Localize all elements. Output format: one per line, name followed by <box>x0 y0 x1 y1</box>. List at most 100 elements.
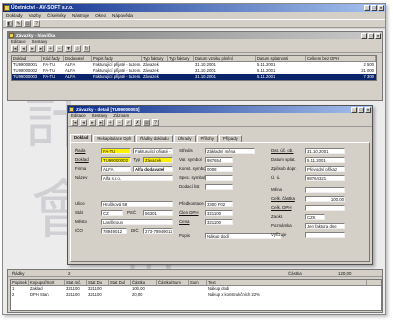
col-datum-splatnosti[interactable]: Datum splatnosti <box>256 56 306 61</box>
col-typ-faktury-2[interactable]: Typ faktury <box>168 56 194 61</box>
nazev-field[interactable]: Alfa s.r.o. <box>101 175 173 181</box>
vyrizuje-field[interactable] <box>305 232 345 238</box>
table-row[interactable]: 2 DPH Stan 321100 321100 20,00 Nákup x k… <box>11 292 381 298</box>
col-popis-rady[interactable]: Popis řady <box>92 56 142 61</box>
ico-field[interactable]: 78949012 <box>101 228 127 234</box>
celk-castka-field[interactable]: 100.00 <box>305 196 345 202</box>
minimize-icon[interactable]: _ <box>351 107 357 113</box>
help-icon[interactable]: ? <box>33 20 40 27</box>
cell: FA-TU <box>43 74 56 79</box>
col-sum[interactable]: Sum <box>189 280 207 285</box>
close-icon[interactable]: × <box>375 33 381 39</box>
mena-field[interactable] <box>305 187 345 193</box>
ulice-field[interactable]: Hrušková 58 <box>101 201 173 207</box>
spec-symbol-field[interactable] <box>205 175 233 181</box>
col-datum-vzniku[interactable]: Datum vzniku plnění <box>194 56 256 61</box>
firma-field[interactable]: ALFA <box>101 166 131 172</box>
prev-record-icon[interactable]: ◂ <box>20 45 27 52</box>
search-icon[interactable]: ⌕ <box>74 45 81 52</box>
save-icon[interactable]: ✓ <box>125 119 132 126</box>
close-icon[interactable]: × <box>378 5 384 11</box>
tab-pripady[interactable]: Případy <box>218 135 242 142</box>
minimize-icon[interactable]: _ <box>361 33 367 39</box>
print-icon[interactable]: ▤ <box>143 119 150 126</box>
col-stat-dul[interactable]: Stat Dul <box>109 280 131 285</box>
clen-dph-field[interactable]: 321100 <box>205 210 233 216</box>
konst-symbol-field[interactable]: 0008 <box>205 166 233 172</box>
dic-field[interactable]: 273-78949012 <box>143 228 173 234</box>
col-kod-rady[interactable]: Kód řady <box>42 56 64 61</box>
datum-spl-field[interactable]: 5.11.2001 <box>305 157 345 163</box>
col-castka-sum[interactable]: Částka/Sum <box>157 280 189 285</box>
menu-napoveda[interactable]: Nápověda <box>112 12 133 19</box>
col-celkem[interactable]: Celkem bez DPH <box>306 56 376 61</box>
menu-ciselniky[interactable]: Číselníky <box>47 12 66 19</box>
help-icon[interactable]: ? <box>152 119 159 126</box>
delete-record-icon[interactable]: − <box>56 45 63 52</box>
poznamka-field[interactable]: Jen faktura dne <box>305 223 345 229</box>
typ-field[interactable]: Závazek <box>143 157 173 163</box>
tab-radky-dokladu[interactable]: Řádky dokladu <box>136 135 173 142</box>
print-icon[interactable]: ▤ <box>24 20 31 27</box>
var-symbol-field[interactable]: 987654 <box>205 157 233 163</box>
tab-doklad[interactable]: Doklad <box>70 134 93 142</box>
tab-uhrady[interactable]: Úhrady <box>173 135 196 142</box>
col-stat-du[interactable]: Stat Du <box>87 280 109 285</box>
new-icon[interactable]: ◧ <box>6 20 13 27</box>
col-doklad[interactable]: Doklad <box>12 56 42 61</box>
col-dodavatel[interactable]: Dodavatel <box>64 56 92 61</box>
first-record-icon[interactable]: |◂ <box>11 45 18 52</box>
edit-icon[interactable]: ✎ <box>15 20 22 27</box>
refresh-icon[interactable]: ↻ <box>83 45 90 52</box>
app-titlebar[interactable]: Účetnictví - AV-SOFT s.r.o. _ □ × <box>3 4 385 12</box>
table-row-selected[interactable]: TU99000003 FA-TU ALFA Fakturující přijat… <box>12 74 376 80</box>
stredisko-field[interactable]: Základní měna <box>205 148 255 154</box>
menu-doklady[interactable]: Doklady <box>6 12 23 19</box>
add-record-icon[interactable]: + <box>107 119 114 126</box>
last-record-icon[interactable]: ▸| <box>98 119 105 126</box>
tab-rekapitulace-dph[interactable]: Rekapitulace Dph <box>93 135 136 142</box>
dodaci-list-field[interactable] <box>205 184 233 190</box>
detail-titlebar[interactable]: Závazky - detail [TU99000003] _ □ × <box>68 106 372 113</box>
dat-uc-field[interactable]: 31.10.2001 <box>305 148 345 154</box>
menu-vazby[interactable]: Vazby <box>29 12 41 19</box>
filter-icon[interactable]: ▼ <box>65 45 72 52</box>
zpusob-dop-field[interactable]: Převodní příkaz <box>305 166 345 172</box>
delete-record-icon[interactable]: − <box>116 119 123 126</box>
list-titlebar[interactable]: Závazky - hlavička _ □ × <box>8 32 382 39</box>
popis-field[interactable]: Nákup dodí <box>205 233 281 239</box>
rows-grid[interactable]: Popisek Kopupuf/Sort Stat mč. Stat Du St… <box>10 279 382 311</box>
minimize-icon[interactable]: _ <box>364 5 370 11</box>
next-record-icon[interactable]: ▸ <box>89 119 96 126</box>
menu-okno[interactable]: Okno <box>95 12 106 19</box>
col-text[interactable]: Text <box>207 280 367 285</box>
rada-field[interactable]: FA-TU <box>101 148 131 154</box>
maximize-icon[interactable]: □ <box>368 33 374 39</box>
maximize-icon[interactable]: □ <box>358 107 364 113</box>
next-record-icon[interactable]: ▸ <box>29 45 36 52</box>
doklad-field[interactable]: TU99000003 <box>101 157 131 163</box>
celk-dph-field[interactable] <box>305 205 345 211</box>
stat-field[interactable]: CZ <box>101 210 123 216</box>
list-grid[interactable]: Doklad Kód řady Dodavatel Popis řady Typ… <box>11 55 377 81</box>
col-typ-faktury[interactable]: Typ faktury <box>142 56 168 61</box>
cancel-icon[interactable]: ✗ <box>134 119 141 126</box>
mesto-field[interactable]: Lanškroun <box>101 219 173 225</box>
psc-field[interactable]: 56301 <box>143 210 173 216</box>
ucet-field[interactable]: 98764321 <box>305 175 345 181</box>
tab-prilohy[interactable]: Přílohy <box>196 135 218 142</box>
last-record-icon[interactable]: ▸| <box>38 45 45 52</box>
add-record-icon[interactable]: + <box>47 45 54 52</box>
prev-record-icon[interactable]: ◂ <box>80 119 87 126</box>
first-record-icon[interactable]: |◂ <box>71 119 78 126</box>
cena-field[interactable]: 321100 <box>205 219 233 225</box>
close-icon[interactable]: × <box>365 107 371 113</box>
col-popisek[interactable]: Popisek <box>11 280 29 285</box>
col-kopupuf[interactable]: Kopupuf/Sort <box>29 280 65 285</box>
zaokr-field[interactable]: CZK <box>305 214 325 220</box>
col-stat-mc[interactable]: Stat mč. <box>65 280 87 285</box>
maximize-icon[interactable]: □ <box>371 5 377 11</box>
col-castka[interactable]: Částka <box>131 280 157 285</box>
menu-nastroje[interactable]: Nástroje <box>72 12 89 19</box>
predkontace-field[interactable]: 3300 F02 <box>205 201 233 207</box>
